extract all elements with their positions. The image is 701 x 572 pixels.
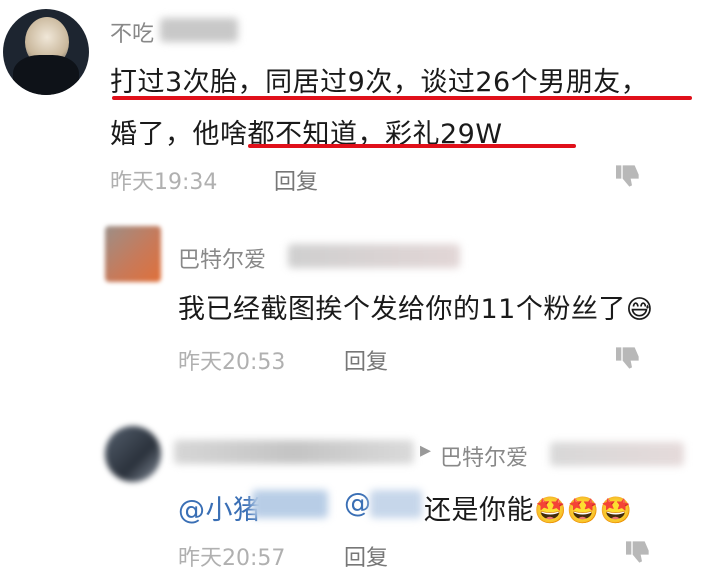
comment-username[interactable]: 巴特尔爱 (440, 440, 528, 472)
thumbs-down-icon[interactable] (612, 342, 644, 374)
mention-link[interactable]: @小猪 (178, 488, 261, 527)
comment-text: 还是你能🤩🤩🤩 (424, 495, 633, 526)
mention-link[interactable]: @ (344, 488, 372, 519)
reply-button[interactable]: 回复 (344, 540, 388, 572)
blurred-username (550, 442, 684, 466)
emoji: 🤩🤩🤩 (534, 496, 633, 526)
highlight-underline (112, 96, 692, 100)
blurred-mention (252, 490, 328, 518)
timestamp: 昨天20:57 (178, 546, 286, 571)
comment-text: 我已经截图挨个发给你的11个粉丝了😅 (178, 294, 654, 325)
comment-text-line1: 打过3次胎，同居过9次，谈过26个男朋友， (110, 67, 649, 98)
blurred-mention (370, 490, 422, 518)
highlight-underline (248, 144, 576, 148)
emoji: 😅 (625, 295, 654, 325)
avatar[interactable] (105, 426, 161, 482)
blurred-username (174, 440, 414, 464)
reply-button[interactable]: 回复 (274, 164, 318, 196)
blurred-username (160, 18, 238, 42)
reply-button[interactable]: 回复 (344, 344, 388, 376)
comment-username[interactable]: 不吃 (110, 16, 154, 48)
blurred-username (288, 244, 460, 268)
thumbs-down-icon[interactable] (622, 536, 654, 568)
comment-username[interactable]: 巴特尔爱 (178, 242, 266, 274)
thumbs-down-icon[interactable] (612, 160, 644, 192)
avatar[interactable] (3, 9, 89, 95)
timestamp: 昨天19:34 (110, 170, 218, 195)
avatar[interactable] (105, 226, 161, 282)
reply-arrow: ▸ (420, 438, 432, 463)
timestamp: 昨天20:53 (178, 350, 286, 375)
